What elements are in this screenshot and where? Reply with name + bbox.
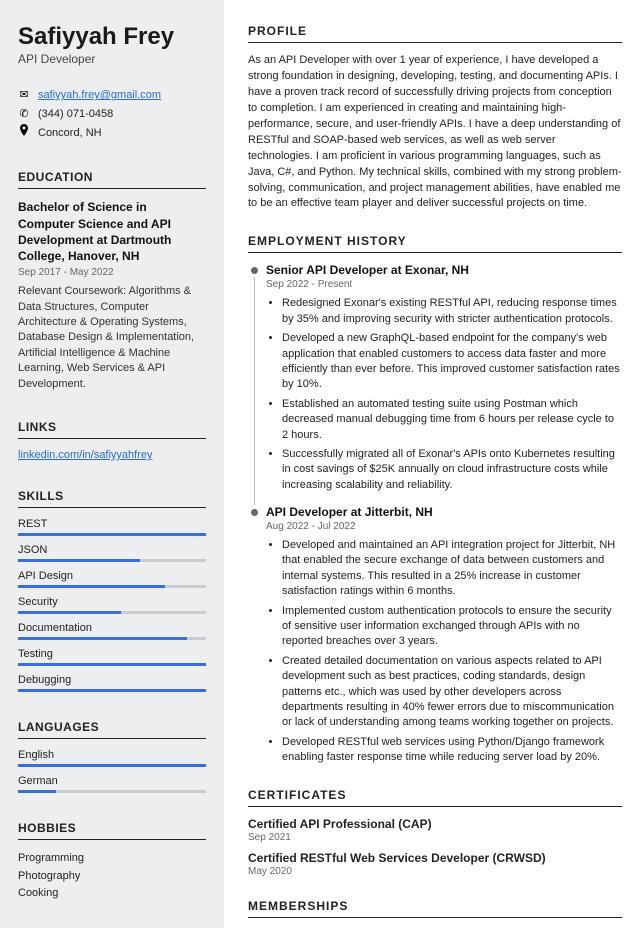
language-item: German: [18, 775, 206, 793]
job-dates: Aug 2022 - Jul 2022: [266, 521, 622, 532]
contact-location-row: Concord, NH: [18, 124, 206, 143]
job-item: Senior API Developer at Exonar, NH Sep 20…: [248, 263, 622, 493]
certificates-heading: CERTIFICATES: [248, 788, 622, 802]
education-degree: Bachelor of Science in Computer Science …: [18, 199, 206, 264]
skill-bar: [18, 559, 206, 562]
profile-text: As an API Developer with over 1 year of …: [248, 53, 622, 212]
memberships-heading: MEMBERSHIPS: [248, 899, 622, 913]
languages-list: English German: [18, 749, 206, 793]
hobbies-list: ProgrammingPhotographyCooking: [18, 850, 206, 903]
skill-bar: [18, 533, 206, 536]
job-bullet: Developed RESTful web services using Pyt…: [282, 735, 622, 766]
language-bar: [18, 764, 206, 767]
job-bullets: Developed and maintained an API integrat…: [266, 538, 622, 765]
contact-phone-row: ✆ (344) 071-0458: [18, 105, 206, 124]
email-link[interactable]: safiyyah.frey@gmail.com: [38, 86, 161, 105]
skill-item: Documentation: [18, 622, 206, 640]
job-bullet: Created detailed documentation on variou…: [282, 654, 622, 731]
skill-item: Debugging: [18, 674, 206, 692]
divider: [18, 839, 206, 840]
hobbies-heading: HOBBIES: [18, 821, 206, 835]
divider: [248, 917, 622, 918]
employment-heading: EMPLOYMENT HISTORY: [248, 234, 622, 248]
phone-icon: ✆: [18, 105, 30, 124]
skill-bar: [18, 585, 206, 588]
skill-bar: [18, 637, 206, 640]
divider: [18, 438, 206, 439]
email-icon: ✉: [18, 86, 30, 105]
contact-block: ✉ safiyyah.frey@gmail.com ✆ (344) 071-04…: [18, 86, 206, 142]
divider: [248, 806, 622, 807]
job-position: API Developer at Jitterbit, NH: [266, 505, 622, 519]
divider: [248, 252, 622, 253]
skill-item: Testing: [18, 648, 206, 666]
hobby-item: Photography: [18, 868, 206, 886]
skill-name: Testing: [18, 648, 206, 660]
resume-page: Safiyyah Frey API Developer ✉ safiyyah.f…: [0, 0, 640, 928]
job-position: Senior API Developer at Exonar, NH: [266, 263, 622, 277]
main-content: PROFILE As an API Developer with over 1 …: [224, 0, 640, 928]
skill-bar: [18, 611, 206, 614]
skill-name: Documentation: [18, 622, 206, 634]
skill-name: API Design: [18, 570, 206, 582]
hobby-item: Programming: [18, 850, 206, 868]
job-bullet: Developed and maintained an API integrat…: [282, 538, 622, 600]
language-name: English: [18, 749, 206, 761]
job-dates: Sep 2022 - Present: [266, 279, 622, 290]
certificate-item: Certified API Professional (CAP)Sep 2021: [248, 817, 622, 843]
education-heading: EDUCATION: [18, 170, 206, 184]
education-dates: Sep 2017 - May 2022: [18, 267, 206, 278]
job-bullet: Redesigned Exonar's existing RESTful API…: [282, 296, 622, 327]
certificate-date: Sep 2021: [248, 832, 622, 843]
links-heading: LINKS: [18, 420, 206, 434]
divider: [248, 42, 622, 43]
job-bullet: Developed a new GraphQL-based endpoint f…: [282, 331, 622, 393]
job-bullet: Implemented custom authentication protoc…: [282, 604, 622, 650]
languages-heading: LANGUAGES: [18, 720, 206, 734]
divider: [18, 738, 206, 739]
job-bullet: Established an automated testing suite u…: [282, 397, 622, 443]
skill-name: Security: [18, 596, 206, 608]
skills-heading: SKILLS: [18, 489, 206, 503]
jobs-list: Senior API Developer at Exonar, NH Sep 20…: [248, 263, 622, 765]
skill-name: JSON: [18, 544, 206, 556]
skill-item: API Design: [18, 570, 206, 588]
language-bar: [18, 790, 206, 793]
divider: [18, 188, 206, 189]
job-bullet: Successfully migrated all of Exonar's AP…: [282, 447, 622, 493]
phone-text: (344) 071-0458: [38, 105, 113, 124]
job-bullets: Redesigned Exonar's existing RESTful API…: [266, 296, 622, 493]
skill-name: REST: [18, 518, 206, 530]
job-title: API Developer: [18, 52, 206, 66]
language-name: German: [18, 775, 206, 787]
contact-email-row: ✉ safiyyah.frey@gmail.com: [18, 86, 206, 105]
skill-item: JSON: [18, 544, 206, 562]
skill-bar: [18, 689, 206, 692]
hobby-item: Cooking: [18, 885, 206, 903]
linkedin-link[interactable]: linkedin.com/in/safiyyahfrey: [18, 449, 153, 461]
skill-item: REST: [18, 518, 206, 536]
location-icon: [18, 124, 30, 143]
language-item: English: [18, 749, 206, 767]
skills-list: REST JSON API Design Security Documentation T…: [18, 518, 206, 692]
certificate-title: Certified API Professional (CAP): [248, 817, 622, 831]
skill-item: Security: [18, 596, 206, 614]
job-item: API Developer at Jitterbit, NH Aug 2022 -…: [248, 505, 622, 765]
skill-name: Debugging: [18, 674, 206, 686]
certificate-item: Certified RESTful Web Services Developer…: [248, 851, 622, 877]
location-text: Concord, NH: [38, 124, 102, 143]
sidebar: Safiyyah Frey API Developer ✉ safiyyah.f…: [0, 0, 224, 928]
person-name: Safiyyah Frey: [18, 24, 206, 50]
skill-bar: [18, 663, 206, 666]
certificate-title: Certified RESTful Web Services Developer…: [248, 851, 622, 865]
education-description: Relevant Coursework: Algorithms & Data S…: [18, 284, 206, 392]
certificate-date: May 2020: [248, 866, 622, 877]
certificates-list: Certified API Professional (CAP)Sep 2021…: [248, 817, 622, 877]
divider: [18, 507, 206, 508]
profile-heading: PROFILE: [248, 24, 622, 38]
